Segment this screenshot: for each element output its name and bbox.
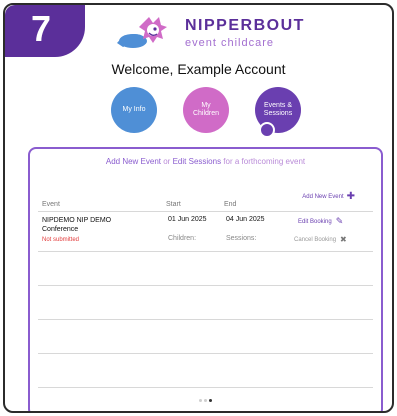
step-badge: 7 (5, 5, 85, 57)
add-new-event-button[interactable]: Add New Event ✚ (302, 191, 355, 202)
step-number: 7 (30, 8, 52, 49)
divider (38, 211, 373, 212)
start-date: 01 Jun 2025 (168, 216, 207, 223)
panel-title-or: or (163, 157, 171, 166)
cancel-booking-button[interactable]: Cancel Booking ✖ (294, 235, 347, 244)
app-screen: 7 NIPPERBOUT event childcare Welcome, Ex… (3, 3, 394, 413)
divider (38, 285, 373, 286)
sessions-label: Sessions: (226, 235, 257, 242)
event-name: NIPDEMO NIP DEMO Conference (42, 216, 111, 234)
welcome-heading: Welcome, Example Account (111, 61, 286, 77)
status-text: Not submitted (42, 237, 80, 243)
pagination-dots (30, 389, 381, 407)
pagination-dot[interactable] (204, 399, 207, 402)
events-panel: Add New Event or Edit Sessions for a for… (28, 147, 383, 411)
active-nav-indicator (259, 122, 275, 138)
col-end-header: End (224, 201, 237, 208)
panel-title: Add New Event or Edit Sessions for a for… (30, 157, 381, 166)
divider (38, 353, 373, 354)
edit-booking-label: Edit Booking (298, 218, 332, 225)
divider (38, 319, 373, 320)
pagination-dot[interactable] (209, 399, 212, 402)
plus-icon: ✚ (346, 191, 355, 202)
nav-my-children-label-1: My (201, 102, 211, 109)
panel-title-edit: Edit Sessions (172, 157, 222, 166)
nipperbout-logo: NIPPERBOUT event childcare (113, 13, 313, 57)
nav-my-info-label: My Info (122, 106, 146, 113)
nav-events-label-1: Events & (263, 102, 292, 109)
close-icon: ✖ (340, 235, 347, 244)
event-name-line1: NIPDEMO NIP DEMO (42, 217, 112, 224)
panel-title-rest: for a forthcoming event (223, 157, 306, 166)
nav-my-children-label-2: Children (192, 110, 220, 117)
cancel-booking-label: Cancel Booking (294, 236, 337, 243)
divider (38, 387, 373, 388)
brand-name: NIPPERBOUT (185, 17, 305, 34)
col-start-header: Start (166, 201, 181, 208)
add-new-event-label: Add New Event (302, 193, 344, 200)
brand-subtitle: event childcare (185, 37, 274, 49)
edit-booking-button[interactable]: Edit Booking ✎ (298, 216, 343, 227)
nav-my-info-button[interactable]: My Info (111, 87, 157, 133)
pencil-icon: ✎ (335, 216, 344, 226)
nav-events-label-2: Sessions (263, 110, 293, 117)
logo-icon (117, 17, 167, 48)
children-label: Children: (168, 235, 197, 242)
pagination-dot[interactable] (199, 399, 202, 402)
event-name-line2: Conference (42, 226, 79, 233)
nav-my-children-button[interactable]: My Children (183, 87, 229, 133)
panel-title-add: Add New Event (105, 157, 161, 166)
divider (38, 251, 373, 252)
col-event-header: Event (42, 201, 60, 208)
end-date: 04 Jun 2025 (226, 216, 265, 223)
